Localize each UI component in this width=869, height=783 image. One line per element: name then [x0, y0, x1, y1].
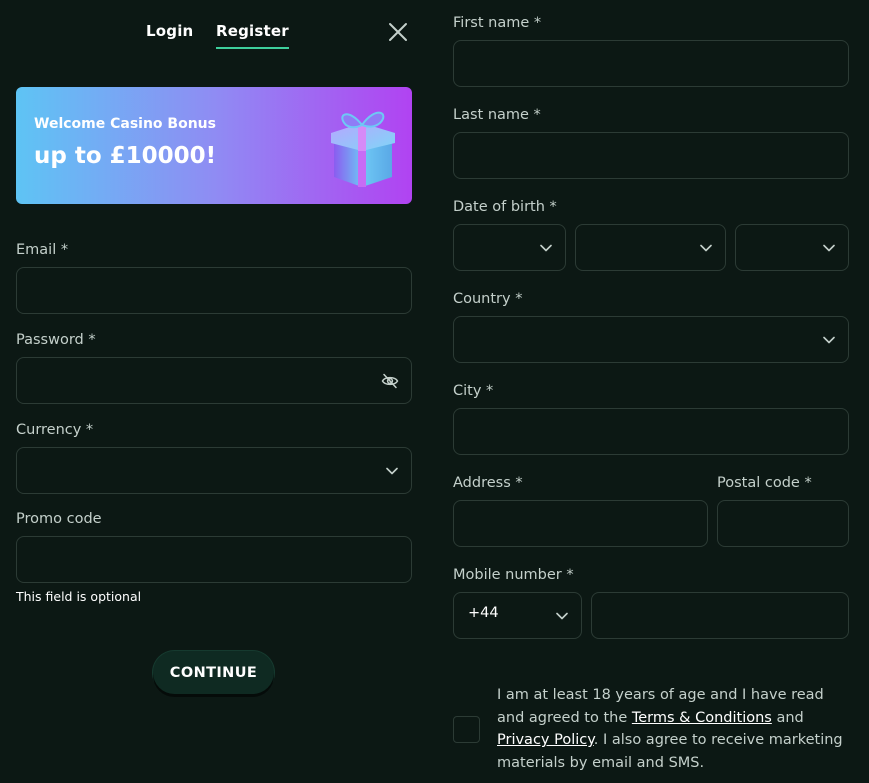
banner-subtitle: Welcome Casino Bonus [34, 116, 216, 132]
login-register-panel: Login Register Welcome Casino Bonus up t… [16, 0, 412, 783]
city-field[interactable] [453, 408, 849, 455]
privacy-policy-link[interactable]: Privacy Policy [497, 732, 594, 748]
password-field[interactable] [16, 357, 412, 404]
chevron-down-icon [823, 336, 835, 343]
first-name-label: First name * [453, 15, 542, 31]
country-select[interactable] [453, 316, 849, 363]
consent-text-part2: and [771, 709, 804, 726]
first-name-field[interactable] [453, 40, 849, 87]
phone-code-select[interactable]: +44 [453, 592, 582, 639]
last-name-label: Last name * [453, 107, 541, 123]
postal-code-label: Postal code * [717, 475, 812, 491]
currency-label: Currency * [16, 422, 94, 438]
email-label: Email * [16, 242, 69, 258]
welcome-bonus-banner: Welcome Casino Bonus up to £10000! [16, 87, 412, 204]
date-of-birth-label: Date of birth * [453, 199, 557, 215]
password-label: Password * [16, 332, 96, 348]
dob-day-select[interactable] [453, 224, 566, 271]
tab-register[interactable]: Register [216, 22, 289, 49]
consent-text: I am at least 18 years of age and I have… [497, 684, 847, 774]
continue-button[interactable]: CONTINUE [153, 651, 274, 694]
terms-link[interactable]: Terms & Conditions [632, 710, 772, 726]
address-label: Address * [453, 475, 523, 491]
country-label: Country * [453, 291, 523, 307]
address-field[interactable] [453, 500, 708, 547]
banner-headline: up to £10000! [34, 143, 217, 169]
close-icon[interactable] [388, 22, 408, 42]
eye-off-icon[interactable] [381, 372, 399, 390]
chevron-down-icon [386, 467, 398, 474]
mobile-number-label: Mobile number * [453, 567, 574, 583]
chevron-down-icon [700, 244, 712, 251]
email-field[interactable] [16, 267, 412, 314]
promo-code-field[interactable] [16, 536, 412, 583]
phone-code-value: +44 [468, 605, 499, 621]
promo-optional-hint: This field is optional [16, 589, 142, 604]
tab-login[interactable]: Login [146, 22, 193, 40]
mobile-number-field[interactable] [591, 592, 849, 639]
dob-year-select[interactable] [735, 224, 849, 271]
postal-code-field[interactable] [717, 500, 849, 547]
auth-tabs: Login Register [16, 0, 412, 60]
city-label: City * [453, 383, 494, 399]
age-consent-checkbox[interactable] [453, 716, 480, 743]
promo-code-label: Promo code [16, 511, 102, 527]
gift-icon [326, 101, 398, 189]
dob-month-select[interactable] [575, 224, 726, 271]
chevron-down-icon [540, 244, 552, 251]
chevron-down-icon [556, 612, 568, 619]
currency-select[interactable] [16, 447, 412, 494]
last-name-field[interactable] [453, 132, 849, 179]
chevron-down-icon [823, 244, 835, 251]
personal-details-panel: First name * Last name * Date of birth *… [453, 0, 849, 783]
